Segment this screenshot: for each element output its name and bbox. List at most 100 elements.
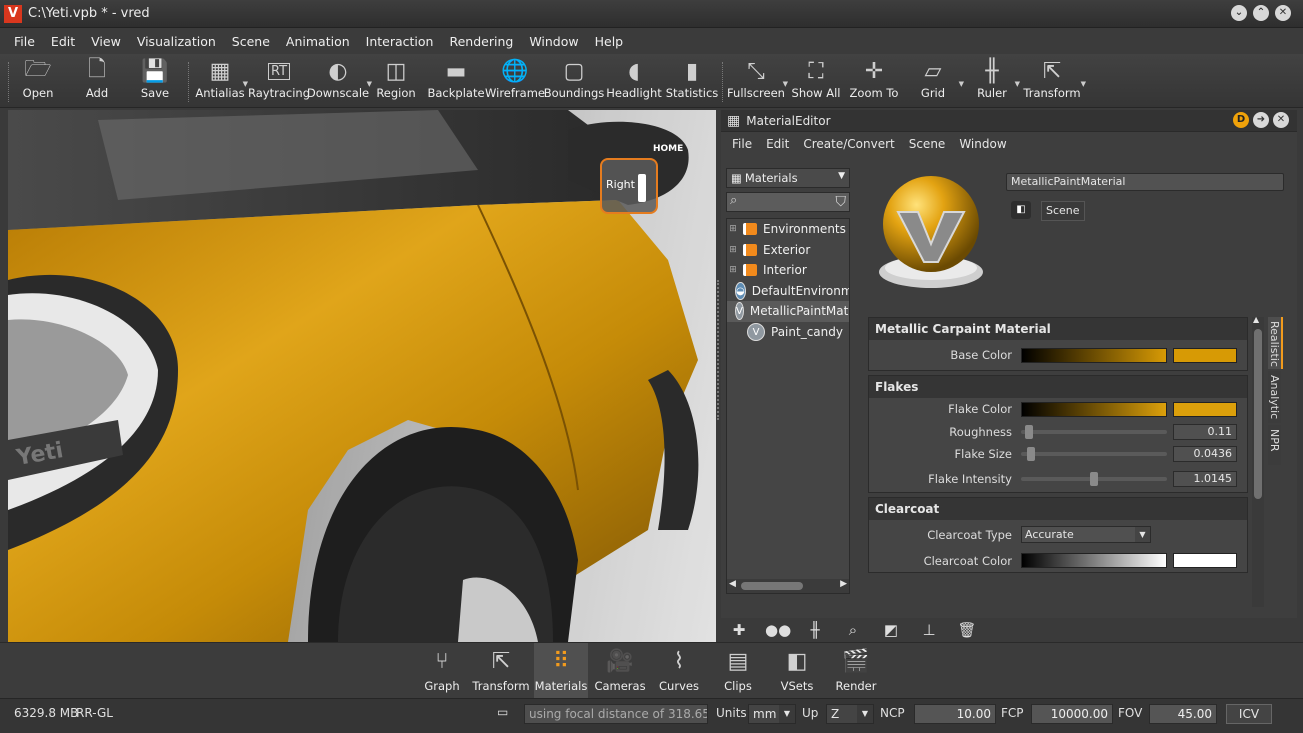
module-cameras[interactable]: 🎥 Cameras: [593, 643, 647, 699]
menu-rendering[interactable]: Rendering: [441, 34, 521, 49]
backplate-button[interactable]: ▬ Backplate: [427, 56, 484, 106]
material-preview[interactable]: [876, 172, 986, 292]
home-label[interactable]: HOME: [653, 144, 683, 154]
bucket-icon[interactable]: ◩: [879, 621, 903, 639]
expand-icon[interactable]: ⊞: [727, 265, 739, 275]
dropdown-arrow-icon[interactable]: ▼: [959, 80, 964, 88]
float-icon[interactable]: ➜: [1253, 112, 1269, 128]
tab-analytic[interactable]: Analytic: [1268, 371, 1281, 423]
section-header[interactable]: Metallic Carpaint Material: [869, 318, 1247, 340]
trash-icon[interactable]: 🗑: [955, 621, 979, 639]
fullscreen-button[interactable]: ⤡ Fullscreen ▼: [727, 56, 788, 106]
menu-edit[interactable]: Edit: [43, 34, 83, 49]
menu-animation[interactable]: Animation: [278, 34, 358, 49]
transform-button[interactable]: ⇱ Transform ▼: [1023, 56, 1086, 106]
module-render[interactable]: 🎬 Render: [829, 643, 883, 699]
stamp-icon[interactable]: ⊥: [917, 621, 941, 639]
close-icon[interactable]: ✕: [1273, 112, 1289, 128]
roughness-slider[interactable]: [1021, 424, 1167, 439]
up-axis-select[interactable]: Z ▼: [826, 704, 874, 724]
open-button[interactable]: 🗁 Open: [20, 56, 56, 106]
ruler-icon[interactable]: ╫: [803, 621, 827, 639]
base-color-swatch[interactable]: [1173, 347, 1237, 363]
ncp-input[interactable]: 10.00: [914, 704, 996, 724]
downscale-button[interactable]: ◐ Downscale ▼: [307, 56, 372, 106]
scene-button[interactable]: Scene: [1041, 201, 1085, 221]
module-vsets[interactable]: ◧ VSets: [770, 643, 824, 699]
base-color-gradient[interactable]: [1021, 347, 1167, 363]
dropdown-arrow-icon[interactable]: ▼: [1015, 80, 1020, 88]
fcp-input[interactable]: 10000.00: [1031, 704, 1113, 724]
menu-help[interactable]: Help: [587, 34, 632, 49]
me-menu-file[interactable]: File: [725, 137, 759, 151]
menu-scene[interactable]: Scene: [224, 34, 278, 49]
console-icon[interactable]: ▭: [497, 705, 508, 719]
properties-vertical-scrollbar[interactable]: ▲: [1252, 315, 1264, 607]
section-header[interactable]: Flakes: [869, 376, 1247, 398]
tree-horizontal-scrollbar[interactable]: ◀ ▶: [727, 579, 849, 593]
minimize-icon[interactable]: ⌄: [1231, 5, 1247, 21]
units-select[interactable]: mm ▼: [748, 704, 796, 724]
scroll-up-icon[interactable]: ▲: [1253, 315, 1259, 324]
ruler-button[interactable]: ╫ Ruler ▼: [976, 56, 1020, 106]
menu-visualization[interactable]: Visualization: [129, 34, 224, 49]
render-viewport[interactable]: Yeti HOME Right: [8, 110, 716, 642]
flake-intensity-slider[interactable]: [1021, 471, 1167, 486]
grid-button[interactable]: ▱ Grid ▼: [918, 56, 964, 106]
tree-item-paint-candy[interactable]: V Paint_candy: [727, 322, 849, 343]
scroll-left-icon[interactable]: ◀: [729, 579, 736, 589]
show-all-button[interactable]: ⛶ Show All: [792, 56, 841, 106]
scrollbar-thumb[interactable]: [741, 582, 803, 590]
menu-window[interactable]: Window: [521, 34, 586, 49]
icv-button[interactable]: ICV: [1226, 704, 1272, 724]
material-tag-icon[interactable]: ◧: [1011, 201, 1031, 219]
flake-color-gradient[interactable]: [1021, 401, 1167, 417]
link-icon[interactable]: ●●: [765, 621, 791, 639]
expand-icon[interactable]: ⊞: [727, 224, 739, 234]
scrollbar-thumb[interactable]: [1254, 329, 1262, 499]
flake-size-input[interactable]: 0.0436: [1173, 446, 1237, 463]
scroll-right-icon[interactable]: ▶: [840, 579, 847, 589]
zoom-to-button[interactable]: ✛ Zoom To: [850, 56, 899, 106]
slider-knob[interactable]: [1090, 471, 1098, 486]
dropdown-arrow-icon[interactable]: ▼: [1081, 80, 1086, 88]
maximize-icon[interactable]: ⌃: [1253, 5, 1269, 21]
module-clips[interactable]: ▤ Clips: [711, 643, 765, 699]
flake-size-slider[interactable]: [1021, 447, 1167, 462]
antialias-button[interactable]: ▦ Antialias ▼: [195, 56, 248, 106]
clearcoat-type-select[interactable]: Accurate ▼: [1021, 526, 1151, 543]
fov-input[interactable]: 45.00: [1149, 704, 1217, 724]
section-header[interactable]: Clearcoat: [869, 497, 1247, 520]
module-curves[interactable]: ⌇ Curves: [652, 643, 706, 699]
materials-combo[interactable]: ▦ Materials ▼: [726, 168, 850, 188]
menu-interaction[interactable]: Interaction: [358, 34, 442, 49]
filter-icon[interactable]: ⛉: [836, 194, 847, 210]
headlight-button[interactable]: ◖ Headlight: [606, 56, 662, 106]
expand-icon[interactable]: ⊞: [727, 245, 739, 255]
material-name-input[interactable]: MetallicPaintMaterial: [1006, 173, 1284, 191]
statistics-button[interactable]: ▮ Statistics: [666, 56, 719, 106]
tab-realistic[interactable]: Realistic: [1268, 317, 1283, 369]
module-transform[interactable]: ⇱ Transform: [472, 643, 529, 699]
search-icon[interactable]: ⌕: [841, 621, 865, 639]
tree-item-environments[interactable]: ⊞ Environments: [727, 219, 849, 240]
material-search-input[interactable]: ⌕ ⛉: [726, 192, 850, 212]
navcube-face-label[interactable]: Right: [606, 178, 635, 191]
tree-item-default-environment[interactable]: ◒ DefaultEnvironment: [727, 281, 849, 302]
roughness-input[interactable]: 0.11: [1173, 423, 1237, 440]
slider-knob[interactable]: [1025, 424, 1033, 439]
module-materials[interactable]: ⠿ Materials: [534, 643, 588, 699]
me-menu-window[interactable]: Window: [952, 137, 1013, 151]
dropdown-arrow-icon[interactable]: ▼: [783, 80, 788, 88]
close-icon[interactable]: ✕: [1275, 5, 1291, 21]
me-menu-edit[interactable]: Edit: [759, 137, 796, 151]
clearcoat-color-gradient[interactable]: [1021, 553, 1167, 569]
navcube-handle[interactable]: [638, 174, 646, 202]
slider-knob[interactable]: [1027, 447, 1035, 462]
wireframe-button[interactable]: 🌐 Wireframe: [485, 56, 545, 106]
flake-intensity-input[interactable]: 1.0145: [1173, 470, 1237, 487]
tab-npr[interactable]: NPR: [1268, 425, 1281, 465]
me-menu-scene[interactable]: Scene: [902, 137, 953, 151]
flake-color-swatch[interactable]: [1173, 401, 1237, 417]
navigation-cube[interactable]: Right: [600, 158, 658, 214]
